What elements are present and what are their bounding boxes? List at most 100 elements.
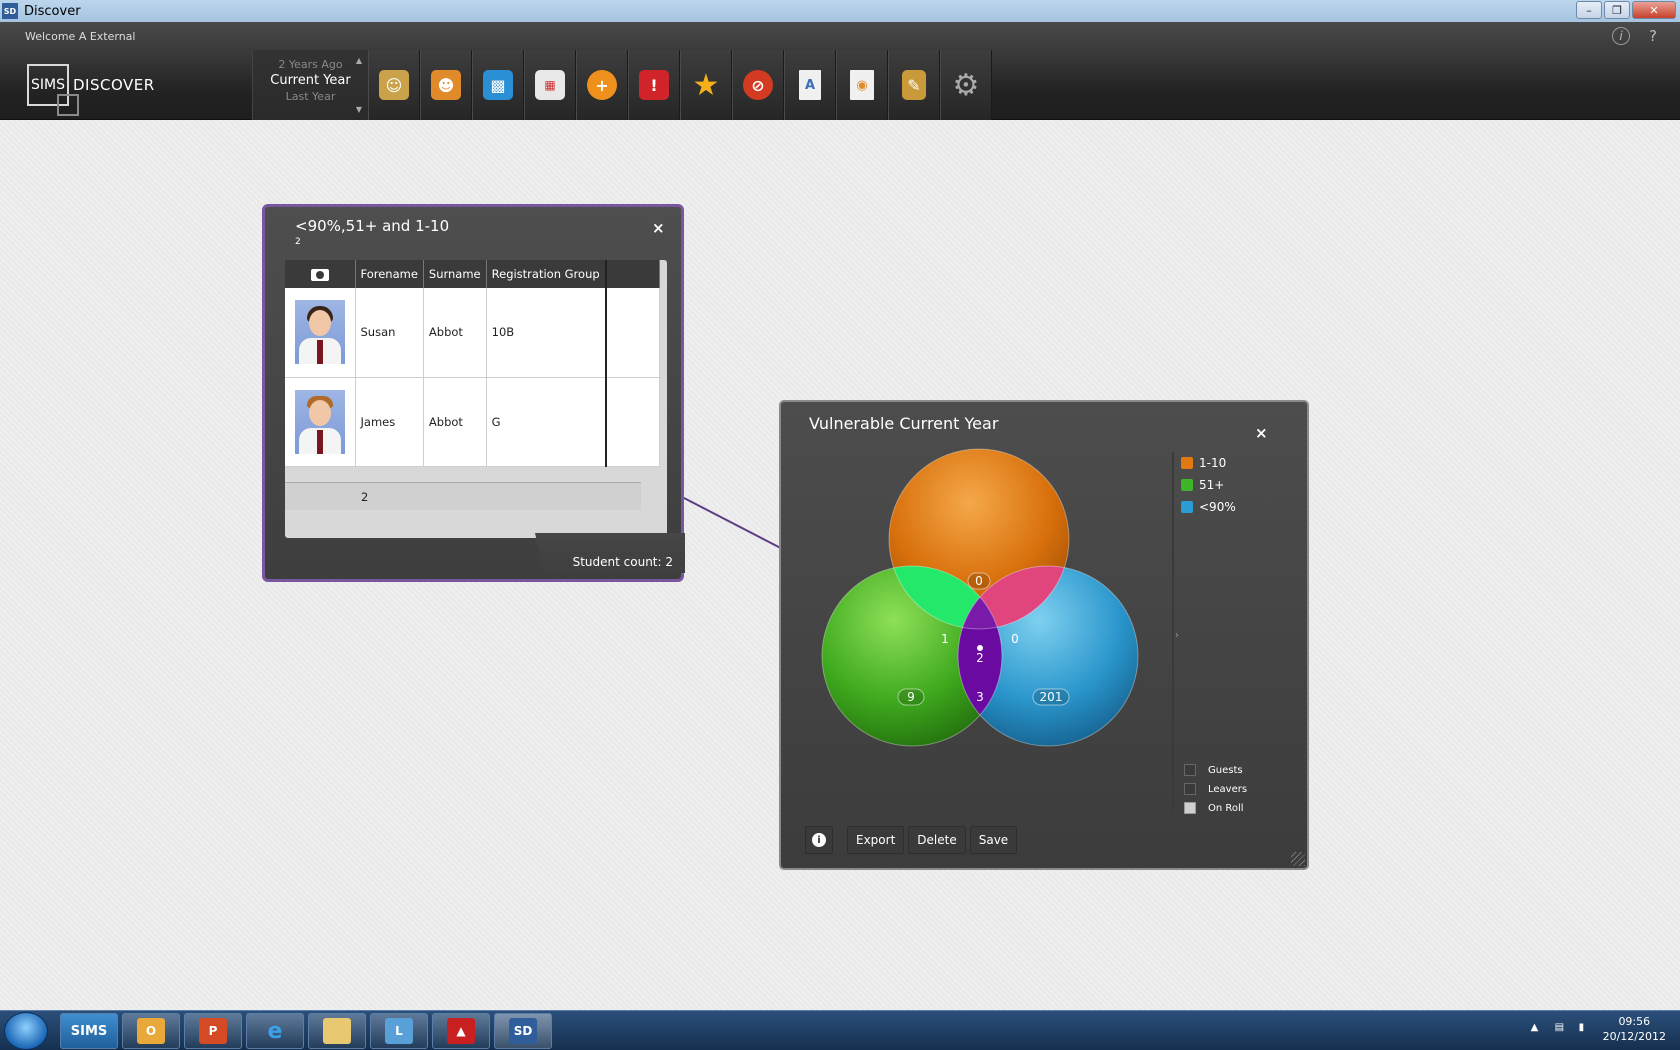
taskbar-items: SIMS O P e L ▲ SD: [60, 1013, 552, 1049]
venn-label-51-90: 3: [976, 690, 984, 704]
venn-legend: 1-10 51+ <90%: [1181, 456, 1236, 522]
report-button[interactable]: ◉: [836, 50, 888, 120]
settings-button[interactable]: ⚙: [940, 50, 992, 120]
taskbar-explorer[interactable]: [308, 1013, 366, 1049]
table-row[interactable]: Susan Abbot 10B: [285, 288, 661, 378]
folder-icon: [323, 1018, 351, 1044]
outlook-icon: O: [137, 1018, 165, 1044]
venn-diagram: 0 9 201 1 0 3 2: [821, 448, 1139, 747]
report-icon: ◉: [850, 70, 874, 100]
close-venn-button[interactable]: ×: [1255, 424, 1268, 442]
expand-legend-icon[interactable]: ›: [1175, 630, 1179, 641]
filter-guests[interactable]: Guests: [1184, 764, 1247, 776]
reg-group-column-header[interactable]: Registration Group: [486, 260, 607, 288]
surname-column-header[interactable]: Surname: [423, 260, 487, 288]
photo-column-header[interactable]: [285, 260, 356, 288]
assessment-button[interactable]: A: [784, 50, 836, 120]
taskbar-remote[interactable]: ▲: [432, 1013, 490, 1049]
year-option-selected[interactable]: Current Year: [253, 73, 368, 88]
filter-label: Guests: [1208, 764, 1243, 776]
taskbar-lync[interactable]: L: [370, 1013, 428, 1049]
save-button[interactable]: Save: [969, 826, 1018, 854]
on-roll-checkbox[interactable]: [1184, 802, 1196, 814]
taskbar-internet-explorer[interactable]: e: [246, 1013, 304, 1049]
table-row[interactable]: James Abbot G: [285, 377, 661, 467]
leavers-checkbox[interactable]: [1184, 783, 1196, 795]
year-option-prev[interactable]: 2 Years Ago: [253, 58, 368, 71]
taskbar-powerpoint[interactable]: P: [184, 1013, 242, 1049]
exclusions-button[interactable]: ⊘: [732, 50, 784, 120]
filter-on-roll[interactable]: On Roll: [1184, 802, 1247, 814]
year-option-next[interactable]: Last Year: [253, 90, 368, 103]
notebook-button[interactable]: ✎: [888, 50, 940, 120]
help-icon[interactable]: ?: [1644, 27, 1662, 45]
venn-label-only-1-10: 0: [975, 574, 983, 588]
info-button[interactable]: i: [805, 826, 833, 854]
tray-expand-icon[interactable]: ▲: [1531, 1022, 1545, 1036]
student-grid-container: Forename Surname Registration Group Susa…: [285, 260, 667, 538]
welcome-text: Welcome A External: [25, 29, 136, 43]
student-photo: [294, 389, 345, 454]
chevron-up-icon[interactable]: ▲: [356, 56, 362, 65]
legend-label: <90%: [1199, 500, 1236, 514]
system-tray: ▲ ▤ ▮ 09:56 20/12/2012: [1531, 1014, 1666, 1044]
chevron-down-icon[interactable]: ▼: [356, 105, 362, 114]
delete-button[interactable]: Delete: [908, 826, 966, 854]
roll-filters: Guests Leavers On Roll: [1184, 764, 1247, 821]
close-student-list-button[interactable]: ×: [652, 219, 665, 237]
internet-explorer-icon: e: [267, 1018, 283, 1044]
clock[interactable]: 09:56 20/12/2012: [1603, 1014, 1666, 1044]
calendar-button[interactable]: ▦: [524, 50, 576, 120]
student-contacts-button[interactable]: ☺: [368, 50, 420, 120]
star-button[interactable]: ★: [680, 50, 732, 120]
extra-cell: [604, 377, 661, 467]
add-button[interactable]: +: [576, 50, 628, 120]
staff-contacts-button[interactable]: ☻: [420, 50, 472, 120]
groups-button[interactable]: ▩: [472, 50, 524, 120]
maximize-button[interactable]: ❐: [1604, 1, 1630, 19]
total-value: 2: [361, 490, 369, 504]
taskbar-discover[interactable]: SD: [494, 1013, 552, 1049]
legend-label: 51+: [1199, 478, 1225, 492]
network-icon[interactable]: ▤: [1555, 1022, 1569, 1036]
legend-item[interactable]: 1-10: [1181, 456, 1236, 470]
legend-divider: [1172, 452, 1174, 812]
student-list-subtitle: 2: [295, 237, 301, 247]
taskbar-sims[interactable]: SIMS: [60, 1013, 118, 1049]
forename-cell: James: [355, 377, 424, 467]
signal-icon[interactable]: ▮: [1579, 1022, 1593, 1036]
year-selector[interactable]: ▲ 2 Years Ago Current Year Last Year ▼: [252, 50, 368, 120]
filter-leavers[interactable]: Leavers: [1184, 783, 1247, 795]
no-entry-icon: ⊘: [743, 70, 773, 100]
start-button[interactable]: [4, 1012, 48, 1050]
student-photo-cell: [285, 377, 356, 467]
close-window-button[interactable]: ✕: [1632, 1, 1676, 19]
window-title: Discover: [24, 3, 81, 19]
venn-label-all: 2: [976, 651, 984, 665]
student-contacts-icon: ☺: [379, 70, 409, 100]
venn-label-1-10-51: 1: [941, 632, 949, 646]
minimize-button[interactable]: –: [1576, 1, 1602, 19]
sd-icon: SD: [509, 1018, 537, 1044]
legend-item[interactable]: 51+: [1181, 478, 1236, 492]
forename-column-header[interactable]: Forename: [355, 260, 424, 288]
resize-handle[interactable]: [1291, 852, 1305, 866]
student-list-panel: <90%,51+ and 1-10 2 × Forename Surname R…: [262, 204, 685, 582]
venn-label-only-90: 201: [1040, 690, 1063, 704]
tool-buttons: ☺ ☻ ▩ ▦ + ! ★ ⊘ A ◉ ✎ ⚙: [368, 50, 992, 120]
staff-contacts-icon: ☻: [431, 70, 461, 100]
legend-swatch: [1181, 457, 1193, 469]
guests-checkbox[interactable]: [1184, 764, 1196, 776]
legend-item[interactable]: <90%: [1181, 500, 1236, 514]
notebook-icon: ✎: [902, 70, 926, 100]
extra-column-header: [604, 260, 661, 288]
export-button[interactable]: Export: [847, 826, 905, 854]
taskbar-outlook[interactable]: O: [122, 1013, 180, 1049]
reg-group-cell: G: [486, 377, 607, 467]
alert-button[interactable]: !: [628, 50, 680, 120]
info-icon[interactable]: i: [1612, 27, 1630, 45]
venn-actions: i Export Delete Save: [805, 826, 1018, 854]
lync-icon: L: [385, 1018, 413, 1044]
surname-cell: Abbot: [423, 377, 487, 467]
main-toolbar: SIMS DISCOVER ▲ 2 Years Ago Current Year…: [0, 50, 1680, 120]
